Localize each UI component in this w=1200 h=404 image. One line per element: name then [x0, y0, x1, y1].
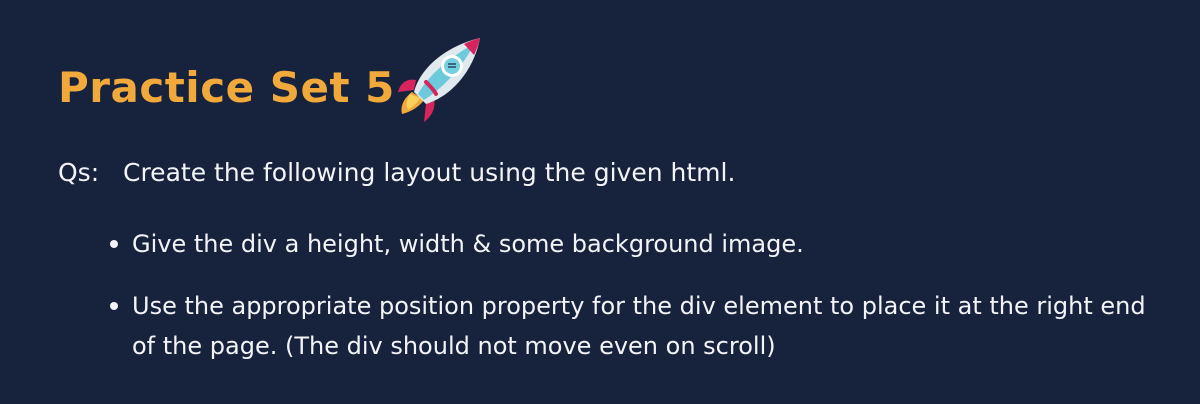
rocket-icon — [398, 38, 480, 122]
list-item: Give the div a height, width & some back… — [108, 224, 1168, 264]
question-text: Create the following layout using the gi… — [123, 158, 736, 187]
slide: Practice Set 5 Qs: Create the following l… — [0, 0, 1200, 404]
title-row: Practice Set 5 — [58, 52, 395, 124]
bullet-text: Give the div a height, width & some back… — [132, 230, 804, 258]
question-label: Qs: — [58, 158, 100, 187]
bullet-list: Give the div a height, width & some back… — [108, 224, 1168, 388]
page-title: Practice Set 5 — [58, 63, 395, 112]
question: Qs: Create the following layout using the… — [58, 153, 735, 193]
bullet-text: Use the appropriate position property fo… — [132, 292, 1146, 360]
list-item: Use the appropriate position property fo… — [108, 286, 1168, 366]
